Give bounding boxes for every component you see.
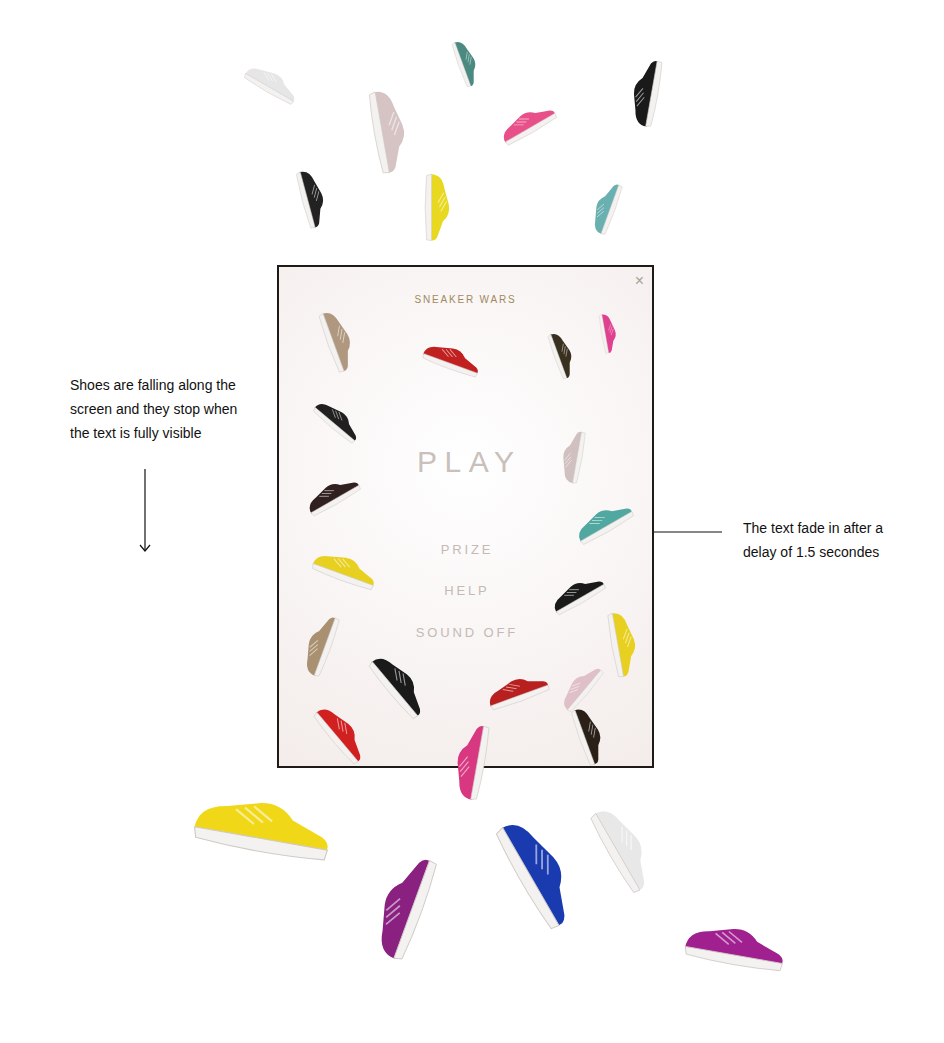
shoe-icon xyxy=(449,35,486,89)
main-menu: PLAY PRIZE HELP SOUND OFF xyxy=(410,444,522,641)
shoe-icon xyxy=(596,311,621,355)
shoe-icon xyxy=(364,83,416,176)
shoe-icon xyxy=(494,96,561,150)
shoe-icon xyxy=(309,393,367,447)
game-screen: × SNEAKER WARS PLAY PRIZE HELP SOUND OFF xyxy=(277,265,654,768)
shoe-icon xyxy=(295,609,344,681)
shoe-icon xyxy=(481,666,553,715)
shoe-icon xyxy=(418,335,485,381)
shoe-icon xyxy=(307,542,383,593)
shoe-icon xyxy=(423,171,453,243)
shoe-icon xyxy=(292,165,333,232)
game-title: SNEAKER WARS xyxy=(415,294,517,306)
shoe-layer xyxy=(0,0,944,1043)
down-arrow-icon xyxy=(139,469,151,553)
shoe-icon xyxy=(300,468,364,520)
menu-item[interactable]: SOUND OFF xyxy=(413,625,518,641)
shoe-icon xyxy=(553,658,607,716)
menu-item[interactable]: PRIZE xyxy=(438,542,493,558)
shoe-icon xyxy=(308,696,375,768)
slide: Shoes are falling along the screen and t… xyxy=(0,0,944,1043)
shoe-icon xyxy=(604,606,645,680)
shoe-icon xyxy=(569,493,638,548)
annotation-left: Shoes are falling along the screen and t… xyxy=(70,373,250,553)
shoe-icon xyxy=(487,804,592,935)
shoe-icon xyxy=(315,304,364,376)
shoe-icon xyxy=(545,567,609,619)
shoe-icon xyxy=(584,178,626,239)
close-button[interactable]: × xyxy=(635,271,644,291)
menu-item[interactable]: HELP xyxy=(441,583,489,599)
shoe-icon xyxy=(185,782,338,867)
annotation-text: The text fade in after a delay of 1.5 se… xyxy=(743,516,893,564)
shoe-icon xyxy=(545,327,582,381)
shoe-icon xyxy=(679,914,791,977)
menu-item[interactable]: PLAY xyxy=(410,444,522,480)
shoe-icon xyxy=(555,427,588,486)
shoe-icon xyxy=(361,845,443,966)
shoe-icon xyxy=(446,720,493,805)
annotation-text: Shoes are falling along the screen and t… xyxy=(70,373,250,445)
shoe-icon xyxy=(240,56,304,108)
shoe-icon xyxy=(624,55,666,131)
shoe-icon xyxy=(363,645,436,724)
shoe-icon xyxy=(584,795,667,898)
shoe-icon xyxy=(567,701,613,768)
